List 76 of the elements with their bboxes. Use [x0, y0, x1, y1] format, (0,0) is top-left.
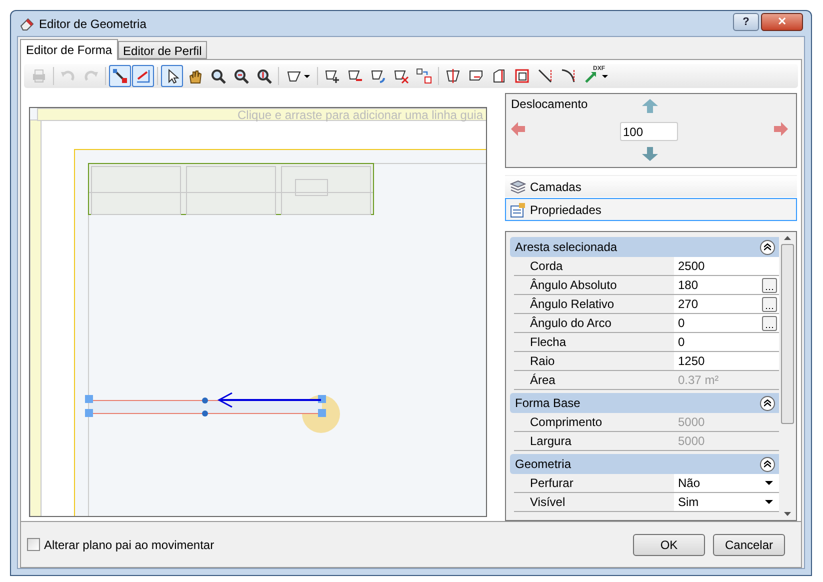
- remove-vertex-icon: [347, 68, 363, 84]
- ellipsis-button[interactable]: [762, 296, 777, 312]
- checkbox-label: Alterar plano pai ao movimentar: [44, 536, 214, 554]
- zoom-fit-icon: [256, 68, 272, 84]
- property-value[interactable]: 0: [674, 333, 779, 351]
- property-label: Flecha: [529, 334, 568, 351]
- group-title: Forma Base: [515, 395, 580, 412]
- cancel-button[interactable]: Cancelar: [713, 534, 785, 556]
- group-header[interactable]: Forma Base: [510, 393, 779, 413]
- ok-button[interactable]: OK: [633, 534, 705, 556]
- property-value: 5000: [677, 433, 706, 450]
- layers-icon: [510, 178, 526, 194]
- caret-icon: [765, 500, 773, 504]
- window-title: Editor de Geometria: [39, 16, 146, 32]
- scroll-up-icon[interactable]: [784, 236, 791, 240]
- property-value[interactable]: 0: [674, 314, 779, 332]
- group-title: Geometria: [515, 456, 572, 473]
- property-label: Visível: [529, 494, 566, 511]
- panel-title: Deslocamento: [511, 96, 588, 113]
- diagonal-icon: [537, 68, 553, 84]
- ellipsis-button[interactable]: [762, 316, 777, 330]
- cut-icon: [491, 68, 507, 84]
- tab[interactable]: Editor de Forma: [20, 39, 118, 60]
- panel-tab[interactable]: Propriedades: [505, 198, 797, 221]
- property-value: 5000: [677, 414, 706, 431]
- magnifier-icon: [210, 68, 226, 84]
- selected-edge-drawing[interactable]: [85, 395, 326, 417]
- dropdown-field[interactable]: Sim: [674, 493, 779, 511]
- ellipsis-button[interactable]: [762, 278, 777, 292]
- caret-icon: [602, 74, 608, 78]
- split-icon: [445, 68, 461, 84]
- caret-icon: [765, 481, 773, 485]
- property-label: Perfurar: [529, 475, 574, 492]
- collapse-icon[interactable]: [760, 396, 775, 410]
- property-value: 0.37 m²: [677, 372, 720, 389]
- arc-icon: [560, 68, 576, 84]
- property-label: Ângulo Relativo: [529, 296, 616, 313]
- property-label: Corda: [529, 258, 564, 275]
- printer-icon: [31, 68, 47, 84]
- caret-icon: [304, 74, 310, 78]
- edge-snap-icon: [135, 68, 151, 84]
- offset-input[interactable]: 100: [620, 122, 678, 141]
- property-label: Área: [529, 372, 556, 389]
- down-arrow-icon[interactable]: [642, 147, 658, 161]
- dropdown-field[interactable]: Não: [674, 474, 779, 492]
- property-label: Ângulo Absoluto: [529, 277, 618, 294]
- property-value[interactable]: 1250: [674, 352, 779, 370]
- property-label: Largura: [529, 433, 572, 450]
- scroll-thumb[interactable]: [781, 244, 794, 424]
- delete-edge-icon: [393, 68, 409, 84]
- tab[interactable]: Editor de Perfil: [118, 41, 207, 59]
- property-value[interactable]: 270: [674, 295, 779, 313]
- add-vertex-icon: [324, 68, 340, 84]
- group-header[interactable]: Geometria: [510, 454, 779, 474]
- checkbox[interactable]: [27, 538, 40, 551]
- panel-tab[interactable]: Camadas: [505, 175, 797, 198]
- move-icon: [416, 68, 432, 84]
- property-label: Raio: [529, 353, 556, 370]
- collapse-icon[interactable]: [760, 456, 775, 472]
- zoom-out-icon: [233, 68, 249, 84]
- offset-icon: [514, 68, 530, 84]
- property-value[interactable]: 2500: [674, 257, 779, 275]
- eraser-icon: [19, 16, 35, 32]
- scroll-down-icon[interactable]: [784, 512, 791, 516]
- group-header[interactable]: Aresta selecionada: [510, 237, 779, 257]
- collapse-icon[interactable]: [760, 240, 775, 254]
- group-title: Aresta selecionada: [515, 239, 618, 256]
- toolbar-button[interactable]: [109, 65, 131, 87]
- rotate-icon: [370, 68, 386, 84]
- property-label: Comprimento: [529, 414, 604, 431]
- toolbar-button[interactable]: [161, 65, 183, 87]
- hand-icon: [187, 68, 203, 84]
- property-value[interactable]: 180: [674, 276, 779, 294]
- form-icon: [510, 202, 526, 218]
- help-button[interactable]: ?: [733, 12, 759, 30]
- property-label: Ângulo do Arco: [529, 315, 612, 332]
